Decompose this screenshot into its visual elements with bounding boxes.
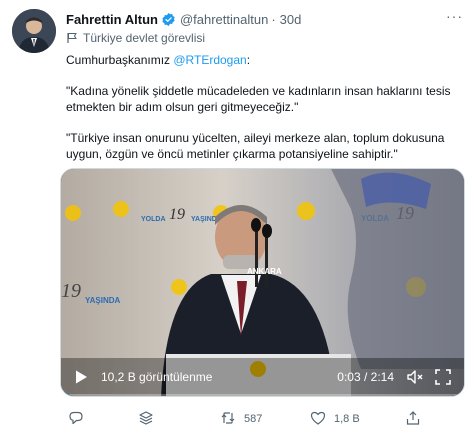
quote1-line-a: "Kadına yönelik şiddetle mücadeleden ve … — [66, 84, 451, 98]
view-count: 10,2 B görüntülenme — [101, 370, 213, 384]
flag-icon — [66, 32, 78, 44]
svg-text:YAŞINDA: YAŞINDA — [85, 296, 120, 305]
tweet-card[interactable]: Fahrettin Altun @fahrettinaltun · 30d ··… — [0, 0, 475, 435]
video-progress-fill — [61, 394, 70, 396]
share-icon — [405, 410, 421, 429]
like-button[interactable]: 1,8 B — [310, 410, 360, 428]
video-overlay-text: ANKARA — [247, 267, 282, 276]
like-count: 1,8 B — [334, 413, 360, 425]
svg-text:YOLDA: YOLDA — [141, 216, 166, 223]
volume-icon[interactable] — [406, 368, 424, 386]
separator-dot: · — [271, 11, 276, 27]
quote2-line-b: uygun, özgün ve öncü metinler çıkarma po… — [66, 147, 398, 161]
share-button[interactable] — [405, 410, 421, 428]
layers-icon — [138, 410, 154, 429]
tweet-text-line1: Cumhurbaşkanımız @RTErdogan: — [66, 52, 466, 68]
quote2-line-a: "Türkiye insan onurunu yücelten, aileyi … — [66, 131, 445, 145]
display-name[interactable]: Fahrettin Altun — [66, 12, 158, 27]
like-icon — [310, 410, 326, 429]
avatar[interactable] — [12, 9, 56, 53]
video-time: 0:03 / 2:14 — [337, 370, 394, 384]
timestamp[interactable]: 30d — [280, 12, 302, 27]
mention-link[interactable]: @RTErdogan — [173, 53, 246, 67]
layers-button[interactable] — [138, 410, 154, 428]
retweet-count: 587 — [244, 413, 263, 425]
government-label: Türkiye devlet görevlisi — [66, 31, 205, 45]
video-player[interactable]: YOLDA 19 YAŞINDA YOLDA 19 19 YAŞINDA — [60, 168, 465, 397]
tweet-text: Cumhurbaşkanımız — [66, 53, 174, 67]
handle[interactable]: @fahrettinaltun — [180, 12, 268, 27]
verified-badge-icon — [161, 12, 176, 27]
svg-text:19: 19 — [169, 206, 185, 223]
reply-icon — [68, 410, 84, 429]
retweet-button[interactable]: 587 — [220, 410, 262, 428]
svg-text:19: 19 — [61, 280, 81, 302]
tweet-actions: 587 1,8 B — [60, 410, 465, 428]
tweet-header: Fahrettin Altun @fahrettinaltun · 30d — [66, 10, 301, 28]
play-icon[interactable] — [73, 369, 89, 385]
government-label-text: Türkiye devlet görevlisi — [83, 31, 206, 45]
quote1-line-b: etmekten bir adım olsun geri gitmeyeceği… — [66, 100, 299, 114]
reply-button[interactable] — [68, 410, 84, 428]
more-icon[interactable]: ··· — [446, 8, 463, 24]
tweet-text-tail: : — [246, 53, 251, 67]
retweet-icon — [220, 410, 236, 429]
fullscreen-icon[interactable] — [434, 368, 452, 386]
video-progress-track[interactable] — [61, 394, 464, 396]
video-controls: 10,2 B görüntülenme 0:03 / 2:14 — [61, 356, 464, 396]
